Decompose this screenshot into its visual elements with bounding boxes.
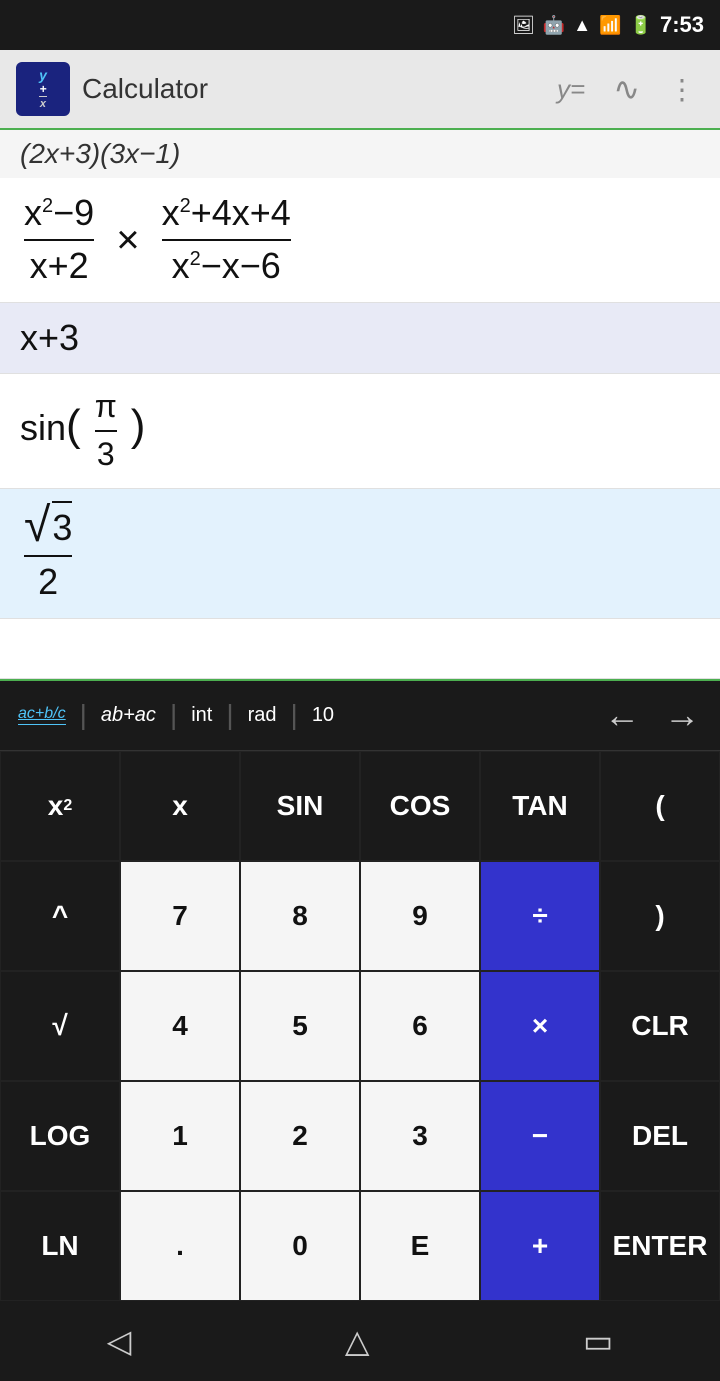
image-icon: 🖼 [512,15,535,36]
key-3[interactable]: 3 [360,1081,480,1191]
key-1[interactable]: 1 [120,1081,240,1191]
expression-row-1: x2−9 x+2 × x2+4x+4 x2−x−6 [0,178,720,303]
back-button[interactable]: ◁ [83,1314,156,1368]
forward-nav-button[interactable]: → [652,688,712,742]
app-bar: y + x Calculator y= ∿ ⋮ [0,50,720,130]
key-plus[interactable]: + [480,1191,600,1301]
fraction-1: x2−9 x+2 [24,190,94,290]
key-e[interactable]: E [360,1191,480,1301]
key-clr[interactable]: CLR [600,971,720,1081]
key-open-paren[interactable]: ( [600,751,720,861]
rad-button[interactable]: rad [238,698,287,733]
key-x[interactable]: x [120,751,240,861]
key-sin[interactable]: SIN [240,751,360,861]
key-del[interactable]: DEL [600,1081,720,1191]
key-6[interactable]: 6 [360,971,480,1081]
key-multiply[interactable]: × [480,971,600,1081]
key-x-squared[interactable]: x2 [0,751,120,861]
key-9[interactable]: 9 [360,861,480,971]
signal-icon: 📶 [599,15,621,36]
back-nav-button[interactable]: ← [592,688,652,742]
key-ln[interactable]: LN [0,1191,120,1301]
num-button[interactable]: 10 [302,698,344,733]
fraction-tool-button[interactable]: ac+b/c [8,699,76,731]
toolbar-strip: ac+b/c | ab+ac | int | rad | 10 ← → [0,679,720,751]
key-row-1: ^ 7 8 9 ÷ ) [0,861,720,971]
fraction-2: x2+4x+4 x2−x−6 [162,190,291,290]
graph-button[interactable]: y= [549,66,593,113]
key-2[interactable]: 2 [240,1081,360,1191]
key-cos[interactable]: COS [360,751,480,861]
display-area: (2x+3)(3x−1) x2−9 x+2 × x2+4x+4 x2−x−6 x… [0,130,720,679]
battery-icon: 🔋 [630,15,652,36]
top-expression: (2x+3)(3x−1) [0,130,720,178]
key-minus[interactable]: − [480,1081,600,1191]
home-button[interactable]: △ [321,1314,394,1368]
key-log[interactable]: LOG [0,1081,120,1191]
key-caret[interactable]: ^ [0,861,120,971]
key-dot[interactable]: . [120,1191,240,1301]
empty-space [0,619,720,679]
key-0[interactable]: 0 [240,1191,360,1301]
expression-row-2: sin( π 3 ) [0,374,720,488]
result-row-1: x+3 [0,303,720,375]
key-row-4: LN . 0 E + ENTER [0,1191,720,1301]
result-row-2: √ 3 2 [0,489,720,619]
key-tan[interactable]: TAN [480,751,600,861]
int-button[interactable]: int [181,698,222,733]
key-close-paren[interactable]: ) [600,861,720,971]
keyboard: x2 x SIN COS TAN ( ^ 7 8 9 ÷ ) √ 4 5 6 ×… [0,751,720,1301]
status-time: 7:53 [660,12,704,38]
android-icon: 🤖 [543,15,565,36]
wave-button[interactable]: ∿ [605,62,648,116]
menu-button[interactable]: ⋮ [660,65,704,114]
recents-button[interactable]: ▭ [559,1314,637,1368]
expand-tool-button[interactable]: ab+ac [91,698,166,733]
key-divide[interactable]: ÷ [480,861,600,971]
key-4[interactable]: 4 [120,971,240,1081]
app-icon: y + x [16,62,70,116]
nav-bar: ◁ △ ▭ [0,1301,720,1381]
key-7[interactable]: 7 [120,861,240,971]
key-8[interactable]: 8 [240,861,360,971]
key-5[interactable]: 5 [240,971,360,1081]
key-row-3: LOG 1 2 3 − DEL [0,1081,720,1191]
wifi-icon: ▲ [573,15,591,36]
key-row-0: x2 x SIN COS TAN ( [0,751,720,861]
app-title: Calculator [82,73,537,105]
key-sqrt[interactable]: √ [0,971,120,1081]
key-row-2: √ 4 5 6 × CLR [0,971,720,1081]
status-bar: 🖼 🤖 ▲ 📶 🔋 7:53 [0,0,720,50]
key-enter[interactable]: ENTER [600,1191,720,1301]
